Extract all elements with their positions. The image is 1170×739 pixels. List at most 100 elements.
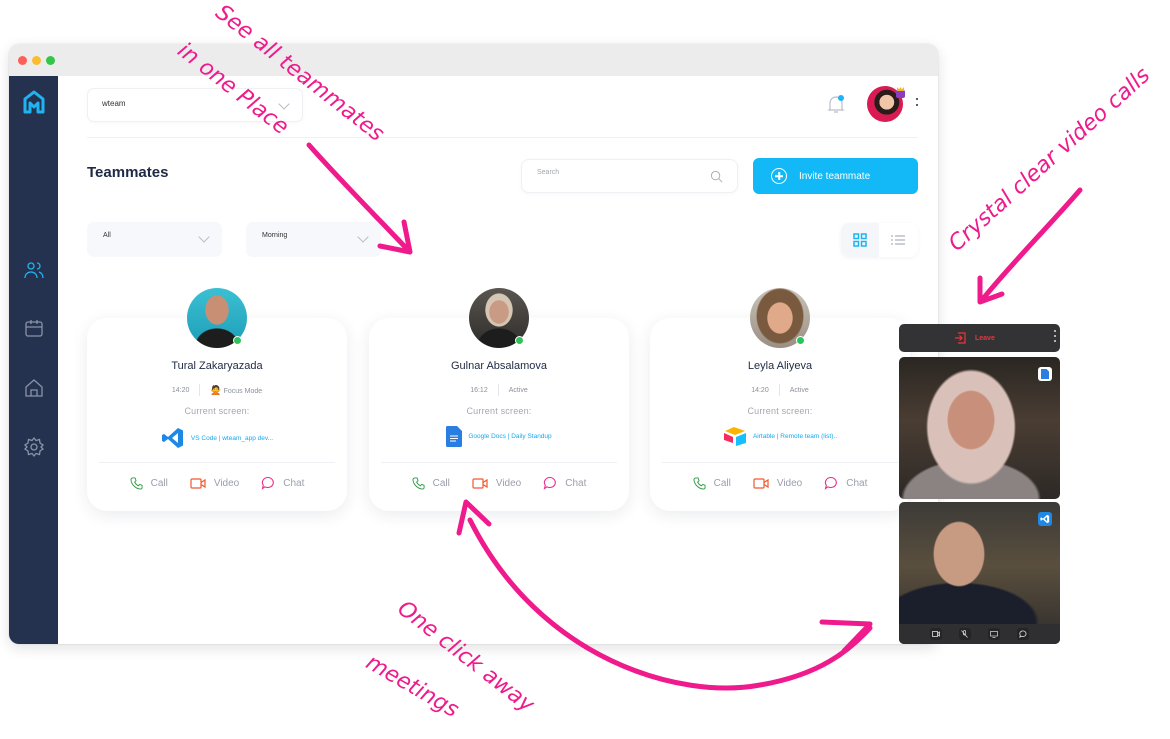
more-menu-icon[interactable] [914, 96, 920, 112]
online-indicator [515, 336, 524, 345]
sidebar-item-office[interactable] [23, 377, 45, 399]
video-camera-icon [753, 477, 769, 489]
annotation-crystal-clear: Crystal clear video calls [944, 62, 1156, 257]
current-screen-link[interactable]: Airtable | Remote team (list).. [650, 426, 910, 446]
exit-icon [955, 332, 966, 344]
mic-toggle-button[interactable] [958, 628, 971, 640]
chat-button[interactable]: Chat [261, 476, 304, 490]
chat-button[interactable]: Chat [824, 476, 867, 490]
chat-bubble-icon [1019, 630, 1027, 638]
video-camera-icon [472, 477, 488, 489]
leave-call-button[interactable]: Leave [899, 324, 1060, 352]
video-tile-participant[interactable] [899, 357, 1060, 499]
card-divider [662, 462, 898, 463]
call-button[interactable]: Call [412, 476, 450, 490]
chat-bubble-icon [543, 476, 557, 490]
maximize-window-button[interactable] [46, 56, 55, 65]
status-filter-value: All [103, 232, 111, 239]
chat-label: Chat [283, 477, 305, 489]
video-label: Video [495, 477, 522, 489]
annotation-meetings: meetings [361, 650, 463, 723]
video-camera-icon [190, 477, 206, 489]
teammate-card: Tural Zakaryazada 14:20 🙅 Focus Mode Curr… [87, 288, 347, 511]
current-screen-label: Current screen: [184, 406, 250, 416]
call-more-options-icon[interactable] [1053, 329, 1057, 347]
divider [497, 384, 499, 396]
timezone-filter-select[interactable]: Morning [246, 222, 381, 257]
chevron-down-icon [278, 98, 290, 110]
teammate-card: Gulnar Absalamova 16:12 Active Current s… [369, 288, 629, 511]
online-indicator [796, 336, 805, 345]
call-label: Call [150, 477, 168, 489]
video-button[interactable]: Video [190, 476, 239, 490]
app-window: wteam Teammates Search Invite teammate A… [9, 44, 938, 644]
grid-icon [853, 233, 867, 247]
mic-off-icon [961, 630, 969, 638]
title-bar [9, 44, 938, 76]
sidebar-item-calendar[interactable] [23, 317, 45, 339]
chat-label: Chat [846, 477, 868, 489]
workspace-select-value: wteam [102, 99, 126, 108]
status-label: Active [508, 386, 528, 394]
screen-share-button[interactable] [988, 628, 1001, 640]
current-app-title: Google Docs | Daily Standup [468, 433, 552, 440]
calendar-icon [25, 320, 43, 337]
phone-icon [693, 476, 706, 490]
current-app-title: VS Code | wteam_app dev... [190, 434, 274, 442]
card-actions: Call Video Chat [87, 476, 347, 490]
page-title: Teammates [87, 164, 169, 181]
current-screen-link[interactable]: Google Docs | Daily Standup [369, 426, 629, 447]
video-button[interactable]: Video [472, 476, 521, 490]
video-button[interactable]: Video [753, 476, 802, 490]
search-input[interactable]: Search [521, 159, 738, 193]
close-window-button[interactable] [18, 56, 27, 65]
grid-view-button[interactable] [841, 223, 879, 257]
teammate-status: 14:20 Active [650, 384, 910, 396]
teammate-name: Tural Zakaryazada [171, 360, 263, 372]
airtable-icon [723, 427, 746, 446]
call-controls [899, 624, 1060, 644]
call-chat-button[interactable] [1017, 628, 1030, 640]
teammate-status: 14:20 🙅 Focus Mode [87, 384, 347, 396]
header-divider [87, 137, 918, 138]
card-divider [381, 462, 617, 463]
card-actions: Call Video Chat [369, 476, 629, 490]
video-tile-self[interactable] [899, 502, 1060, 644]
divider [778, 384, 780, 396]
wteam-logo-icon[interactable] [22, 90, 46, 114]
camera-toggle-button[interactable] [929, 628, 942, 640]
vscode-icon [161, 428, 183, 448]
teammate-name: Gulnar Absalamova [451, 360, 547, 372]
home-icon [25, 379, 43, 397]
divider [199, 384, 201, 396]
notification-badge [838, 95, 844, 101]
chat-button[interactable]: Chat [543, 476, 586, 490]
status-filter-select[interactable]: All [87, 222, 222, 257]
minimize-window-button[interactable] [32, 56, 41, 65]
list-view-button[interactable] [879, 223, 917, 257]
google-docs-icon [1038, 367, 1052, 381]
view-toggle [841, 223, 918, 257]
call-button[interactable]: Call [130, 476, 168, 490]
call-label: Call [432, 477, 450, 489]
call-button[interactable]: Call [693, 476, 731, 490]
gear-icon [23, 436, 45, 458]
google-docs-icon [446, 426, 463, 447]
local-time: 14:20 [171, 386, 190, 394]
sidebar-item-settings[interactable] [23, 436, 45, 458]
invite-teammate-button[interactable]: Invite teammate [753, 158, 918, 194]
current-screen-link[interactable]: VS Code | wteam_app dev... [87, 426, 347, 450]
search-icon[interactable] [710, 170, 723, 183]
timezone-filter-value: Morning [262, 232, 288, 239]
online-indicator [233, 336, 242, 345]
card-divider [99, 462, 335, 463]
sidebar [9, 76, 58, 644]
focus-mode-emoji-icon: 🙅 [210, 384, 222, 395]
status-label: Active [789, 386, 809, 394]
invite-teammate-label: Invite teammate [799, 170, 871, 182]
vscode-icon [1038, 512, 1052, 526]
sidebar-item-teammates[interactable] [23, 259, 45, 281]
video-label: Video [213, 477, 240, 489]
notification-bell-icon[interactable] [827, 94, 845, 114]
current-app-title: Airtable | Remote team (list).. [752, 432, 838, 440]
